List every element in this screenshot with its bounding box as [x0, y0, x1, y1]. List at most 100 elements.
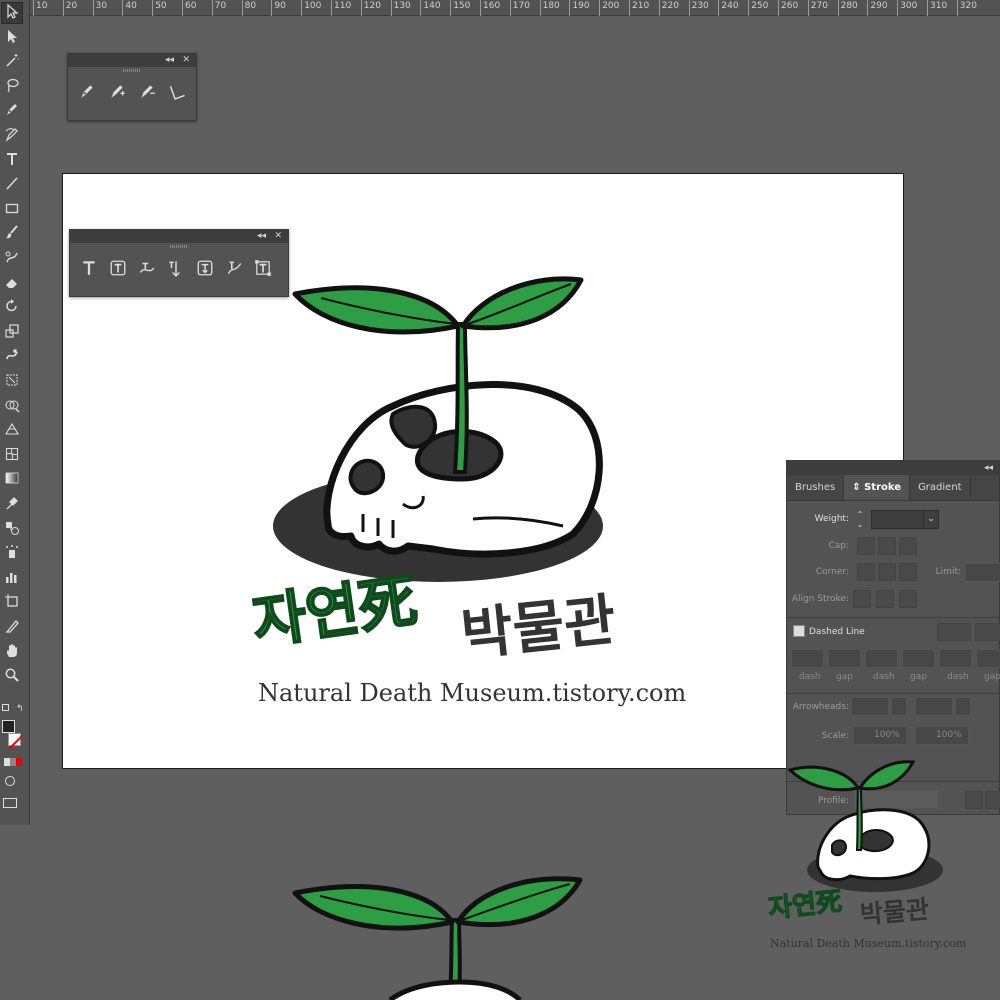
scale-tool[interactable]	[1, 322, 23, 344]
symbol-sprayer-tool[interactable]	[1, 543, 23, 565]
align-inside-button[interactable]	[876, 590, 894, 608]
dash-input[interactable]	[939, 649, 972, 668]
gap-input[interactable]	[976, 649, 1000, 668]
vertical-area-type-tool-button[interactable]	[194, 259, 216, 281]
zoom-tool[interactable]	[1, 666, 23, 688]
collapse-icon[interactable]: ◂◂	[165, 54, 174, 67]
collapse-icon[interactable]: ◂◂	[257, 230, 266, 243]
ruler-label: 120	[363, 1, 381, 11]
eraser-tool[interactable]	[1, 273, 23, 295]
lasso-tool[interactable]	[1, 76, 23, 98]
pen-tool[interactable]	[1, 100, 23, 122]
pen-tool-button[interactable]	[76, 82, 98, 104]
type-tool-button[interactable]	[78, 259, 100, 281]
mesh-tool[interactable]	[1, 445, 23, 467]
rectangle-tool[interactable]	[1, 199, 23, 221]
vertical-type-on-path-tool-button[interactable]	[223, 259, 245, 281]
close-icon[interactable]: ✕	[182, 54, 190, 67]
hand-tool[interactable]	[1, 642, 23, 664]
weight-stepper[interactable]: ⌃ ⌄	[853, 510, 867, 530]
line-tool[interactable]	[1, 174, 23, 196]
screen-mode-icon[interactable]	[3, 798, 17, 808]
vertical-type-tool-button[interactable]	[165, 259, 187, 281]
ruler-label: 50	[155, 1, 167, 11]
dashed-line-checkbox[interactable]	[793, 625, 805, 637]
align-center-button[interactable]	[853, 590, 871, 608]
projecting-cap-button[interactable]	[899, 537, 917, 555]
line-icon	[4, 175, 20, 195]
dash-input[interactable]	[865, 649, 898, 668]
delete-anchor-tool-button[interactable]	[136, 82, 158, 104]
gap-input[interactable]	[902, 649, 935, 668]
panel-grip[interactable]	[70, 243, 288, 250]
start-arrowhead-dropdown[interactable]	[891, 697, 907, 716]
start-scale-input[interactable]: 100%	[853, 726, 907, 745]
anchor-point-tool-button[interactable]	[166, 82, 188, 104]
perspective-grid-tool[interactable]	[1, 420, 23, 442]
preserve-dash-button[interactable]	[937, 623, 971, 641]
end-arrowhead-dropdown[interactable]	[955, 697, 971, 716]
weight-dropdown[interactable]: ⌄	[923, 510, 939, 529]
swap-colors-icon[interactable]: ↰	[16, 704, 24, 714]
gap-input[interactable]	[828, 649, 861, 668]
selection-tool[interactable]	[1, 2, 23, 24]
close-icon[interactable]: ✕	[274, 230, 282, 243]
stroke-swatch[interactable]	[8, 733, 23, 750]
align-dash-button[interactable]	[975, 623, 1000, 641]
butt-cap-button[interactable]	[857, 537, 875, 555]
collapse-icon[interactable]: ◂◂	[984, 461, 993, 475]
default-colors-icon[interactable]	[2, 704, 9, 711]
limit-label: Limit:	[935, 567, 961, 577]
eyedropper-tool[interactable]	[1, 494, 23, 516]
slice-tool[interactable]	[1, 617, 23, 639]
color-mode-icon[interactable]	[4, 758, 22, 766]
align-outside-button[interactable]	[899, 590, 917, 608]
paintbrush-tool[interactable]	[1, 223, 23, 245]
horizontal-ruler[interactable]: 10 20 30 40 50 60 70 80 90 100 110 120 130 140 150 160 1…	[30, 0, 1000, 16]
end-arrowhead-select[interactable]	[915, 697, 953, 716]
panel-title-bar[interactable]: ◂◂ ✕	[68, 54, 196, 67]
dash-input[interactable]	[791, 649, 824, 668]
tab-brushes[interactable]: Brushes	[787, 475, 845, 500]
limit-input[interactable]	[965, 563, 1000, 582]
end-scale-input[interactable]: 100%	[915, 726, 969, 745]
type-tool[interactable]	[1, 150, 23, 172]
blend-tool[interactable]	[1, 519, 23, 541]
graph-tool[interactable]	[1, 568, 23, 590]
tab-gradient[interactable]: Gradient	[910, 475, 971, 500]
free-transform-tool[interactable]	[1, 371, 23, 393]
ruler-tick: 150	[450, 0, 470, 16]
bevel-join-button[interactable]	[899, 563, 917, 581]
fill-stroke-swatches[interactable]: ↰	[0, 700, 28, 820]
ruler-tick: 240	[718, 0, 739, 16]
round-cap-button[interactable]	[878, 537, 896, 555]
artboard-tool[interactable]	[1, 592, 23, 614]
ruler-tick: 210	[629, 0, 649, 16]
align-stroke-label: Align Stroke:	[791, 594, 849, 604]
weight-input[interactable]	[871, 510, 925, 529]
duplicate-logo-partial	[292, 876, 583, 1000]
panel-top-bar[interactable]: ◂◂	[787, 461, 999, 475]
rotate-tool[interactable]	[1, 297, 23, 319]
ruler-label: 260	[781, 1, 799, 11]
round-join-button[interactable]	[878, 563, 896, 581]
touch-type-tool-button[interactable]	[252, 259, 274, 281]
magic-wand-tool[interactable]	[1, 51, 23, 73]
panel-grip[interactable]	[68, 67, 196, 74]
start-arrowhead-select[interactable]	[851, 697, 889, 716]
miter-join-button[interactable]	[857, 563, 875, 581]
dash-label: dash	[799, 672, 821, 682]
fill-swatch[interactable]	[2, 720, 15, 733]
type-on-path-tool-button[interactable]	[136, 259, 158, 281]
warp-tool[interactable]	[1, 346, 23, 368]
shaper-tool[interactable]	[1, 248, 23, 270]
panel-title-bar[interactable]: ◂◂ ✕	[70, 230, 288, 243]
tab-stroke[interactable]: ⇕ Stroke	[844, 475, 911, 500]
curvature-tool[interactable]	[1, 125, 23, 147]
gradient-tool[interactable]	[1, 469, 23, 491]
area-type-tool-button[interactable]	[107, 259, 129, 281]
add-anchor-tool-button[interactable]	[106, 82, 128, 104]
draw-mode-icon[interactable]	[5, 776, 15, 786]
shape-builder-tool[interactable]	[1, 396, 23, 418]
direct-selection-tool[interactable]	[1, 27, 23, 49]
